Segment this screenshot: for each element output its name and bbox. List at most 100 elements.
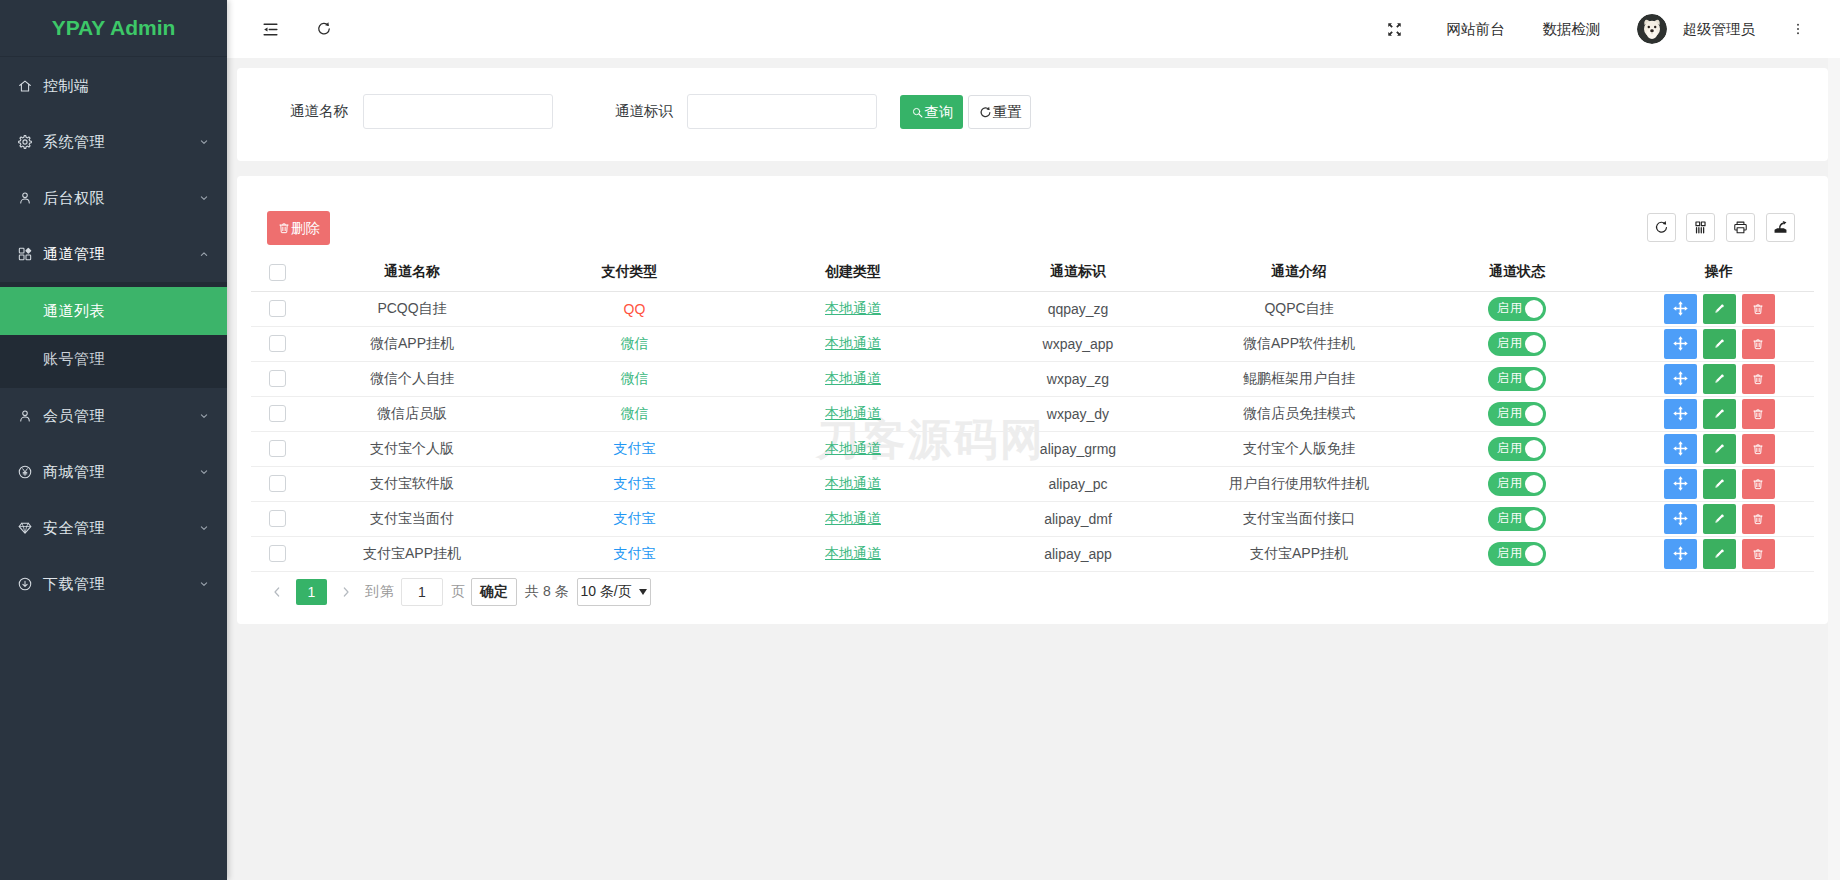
cell-channel-name: 支付宝软件版: [303, 466, 521, 501]
goto-confirm-button[interactable]: 确定: [471, 578, 517, 606]
row-delete-button[interactable]: [1742, 399, 1775, 429]
prev-page-icon[interactable]: [266, 584, 288, 600]
channel-name-input[interactable]: [363, 94, 553, 129]
row-delete-button[interactable]: [1742, 364, 1775, 394]
row-move-button[interactable]: [1664, 434, 1697, 464]
status-toggle[interactable]: 启用: [1488, 402, 1546, 426]
chevron-down-icon: [197, 135, 211, 149]
status-toggle[interactable]: 启用: [1488, 507, 1546, 531]
row-move-button[interactable]: [1664, 294, 1697, 324]
cell-channel-ident: alipay_pc: [968, 466, 1188, 501]
cell-create-type-link[interactable]: 本地通道: [825, 510, 881, 526]
sidebar-item-7[interactable]: 下载管理: [0, 556, 227, 612]
app-logo: YPAY Admin: [0, 0, 227, 57]
row-edit-button[interactable]: [1703, 294, 1736, 324]
row-move-button[interactable]: [1664, 364, 1697, 394]
row-move-button[interactable]: [1664, 504, 1697, 534]
row-checkbox[interactable]: [269, 475, 286, 492]
refresh-page-button[interactable]: [304, 0, 344, 58]
table-row: 微信个人自挂 微信 本地通道 wxpay_zg 鲲鹏框架用户自挂 启用: [251, 361, 1814, 396]
table-columns-button[interactable]: [1686, 213, 1715, 242]
sidebar-item-6[interactable]: 安全管理: [0, 500, 227, 556]
row-move-button[interactable]: [1664, 469, 1697, 499]
scrollbar-track[interactable]: [1828, 58, 1840, 880]
reset-button[interactable]: 重置: [968, 95, 1031, 129]
row-edit-button[interactable]: [1703, 399, 1736, 429]
row-delete-button[interactable]: [1742, 329, 1775, 359]
goto-page-input[interactable]: [401, 578, 443, 606]
row-move-button[interactable]: [1664, 329, 1697, 359]
row-move-button[interactable]: [1664, 539, 1697, 569]
row-move-button[interactable]: [1664, 399, 1697, 429]
sidebar-item-5[interactable]: 商城管理: [0, 444, 227, 500]
row-checkbox[interactable]: [269, 300, 286, 317]
cell-create-type-link[interactable]: 本地通道: [825, 405, 881, 421]
cell-create-type-link[interactable]: 本地通道: [825, 335, 881, 351]
table-export-button[interactable]: [1766, 213, 1795, 242]
row-checkbox[interactable]: [269, 405, 286, 422]
status-toggle-label: 启用: [1497, 440, 1523, 457]
cell-create-type-link[interactable]: 本地通道: [825, 475, 881, 491]
cell-create-type-link[interactable]: 本地通道: [825, 370, 881, 386]
row-checkbox[interactable]: [269, 510, 286, 527]
row-edit-button[interactable]: [1703, 469, 1736, 499]
select-all-checkbox[interactable]: [269, 264, 286, 281]
query-button[interactable]: 查询: [900, 95, 963, 129]
row-edit-button[interactable]: [1703, 539, 1736, 569]
status-toggle-label: 启用: [1497, 545, 1523, 562]
row-delete-button[interactable]: [1742, 469, 1775, 499]
status-toggle[interactable]: 启用: [1488, 437, 1546, 461]
page-size-select[interactable]: 10 条/页: [577, 578, 651, 606]
row-delete-button[interactable]: [1742, 504, 1775, 534]
site-front-link[interactable]: 网站前台: [1447, 20, 1505, 39]
sidebar-subitem-1[interactable]: 账号管理: [0, 335, 227, 383]
fullscreen-button[interactable]: [1375, 0, 1415, 58]
cell-channel-name: 微信APP挂机: [303, 326, 521, 361]
current-page-button[interactable]: 1: [296, 579, 327, 605]
data-check-link[interactable]: 数据检测: [1543, 20, 1601, 39]
col-header: 支付类型: [521, 254, 738, 291]
row-checkbox[interactable]: [269, 440, 286, 457]
row-checkbox[interactable]: [269, 335, 286, 352]
row-delete-button[interactable]: [1742, 539, 1775, 569]
next-page-icon[interactable]: [335, 584, 357, 600]
row-delete-button[interactable]: [1742, 434, 1775, 464]
status-toggle[interactable]: 启用: [1488, 472, 1546, 496]
username-menu[interactable]: 超级管理员: [1683, 20, 1756, 39]
status-toggle[interactable]: 启用: [1488, 367, 1546, 391]
pencil-icon: [1712, 511, 1727, 526]
status-toggle[interactable]: 启用: [1488, 542, 1546, 566]
status-toggle-label: 启用: [1497, 300, 1523, 317]
status-toggle-label: 启用: [1497, 370, 1523, 387]
channel-ident-input[interactable]: [687, 94, 877, 129]
collapse-sidebar-button[interactable]: [250, 0, 290, 58]
delete-button[interactable]: 删除: [267, 211, 330, 245]
sidebar-item-2[interactable]: 后台权限: [0, 170, 227, 226]
status-toggle[interactable]: 启用: [1488, 297, 1546, 321]
sidebar-subitem-0[interactable]: 通道列表: [0, 287, 227, 335]
sidebar-item-1[interactable]: 系统管理: [0, 114, 227, 170]
cell-create-type-link[interactable]: 本地通道: [825, 440, 881, 456]
row-edit-button[interactable]: [1703, 434, 1736, 464]
status-toggle[interactable]: 启用: [1488, 332, 1546, 356]
table-row: PCQQ自挂 QQ 本地通道 qqpay_zg QQPC自挂 启用: [251, 291, 1814, 326]
sidebar-item-3[interactable]: 通道管理: [0, 226, 227, 282]
row-checkbox[interactable]: [269, 370, 286, 387]
sidebar-item-label: 通道管理: [43, 245, 197, 264]
sidebar-item-0[interactable]: 控制端: [0, 58, 227, 114]
table-print-button[interactable]: [1726, 213, 1755, 242]
cell-channel-intro: 微信APP软件挂机: [1188, 326, 1410, 361]
table-refresh-button[interactable]: [1647, 213, 1676, 242]
row-checkbox[interactable]: [269, 545, 286, 562]
delete-button-label: 删除: [291, 219, 320, 238]
row-delete-button[interactable]: [1742, 294, 1775, 324]
row-edit-button[interactable]: [1703, 364, 1736, 394]
row-edit-button[interactable]: [1703, 329, 1736, 359]
avatar[interactable]: [1637, 14, 1667, 44]
cell-pay-type: 支付宝: [614, 510, 656, 526]
cell-create-type-link[interactable]: 本地通道: [825, 300, 881, 316]
row-edit-button[interactable]: [1703, 504, 1736, 534]
sidebar-item-4[interactable]: 会员管理: [0, 388, 227, 444]
kebab-menu-icon[interactable]: [1778, 0, 1818, 58]
cell-create-type-link[interactable]: 本地通道: [825, 545, 881, 561]
